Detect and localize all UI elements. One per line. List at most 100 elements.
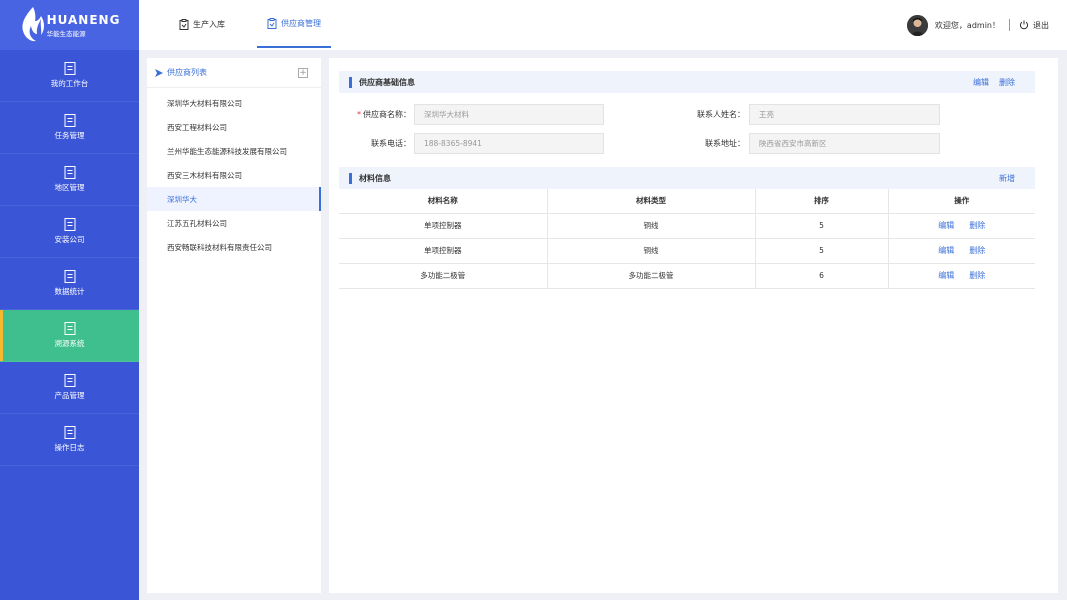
- section-marker: [349, 172, 352, 184]
- table-row: 单项控制器 铜线 5 编辑 删除: [339, 238, 1035, 264]
- nav-label: 操作日志: [54, 443, 85, 452]
- delete-row-button[interactable]: 删除: [969, 220, 985, 231]
- nav-item-traceability[interactable]: 溯源系统: [0, 310, 139, 362]
- order-cell: 5: [754, 213, 888, 239]
- top-header: 生产入库 供应商管理 欢迎您，admin！ 退出: [139, 0, 1067, 50]
- supplier-detail-panel: 供应商基础信息 编辑 删除 * 供应商名称： 深圳华大材料 联系人姓名： 王亮 联…: [329, 58, 1058, 593]
- nav-item-products[interactable]: 产品管理: [0, 362, 139, 414]
- user-area: 欢迎您，admin！ 退出: [906, 0, 1049, 50]
- clipboard-icon: [267, 17, 277, 29]
- actions-cell: 编辑 删除: [887, 263, 1035, 289]
- nav-label: 安装公司: [54, 235, 85, 244]
- delete-row-button[interactable]: 删除: [969, 245, 985, 256]
- nav-label: 我的工作台: [50, 79, 89, 88]
- column-header: 操作: [887, 189, 1035, 214]
- header-divider: [1009, 19, 1010, 31]
- nav-label: 溯源系统: [54, 339, 85, 348]
- supplier-list-item-selected[interactable]: 深圳华大: [147, 187, 321, 211]
- supplier-name-input[interactable]: 深圳华大材料: [414, 104, 604, 125]
- arrow-right-icon: [155, 68, 163, 77]
- table-row: 多功能二极管 多功能二极管 6 编辑 删除: [339, 263, 1035, 289]
- document-icon: [64, 270, 75, 283]
- material-type-cell: 铜线: [546, 238, 755, 264]
- material-name-cell: 单项控制器: [339, 238, 547, 264]
- contact-name-input[interactable]: 王亮: [749, 104, 940, 125]
- document-icon: [64, 426, 75, 439]
- form-row-2: 联系电话： 188-8365-8941 联系地址： 陕西省西安市高新区: [329, 133, 1058, 154]
- add-supplier-button[interactable]: +: [298, 68, 308, 78]
- phone-input[interactable]: 188-8365-8941: [414, 133, 604, 154]
- document-icon: [64, 218, 75, 231]
- nav-label: 数据统计: [54, 287, 85, 296]
- document-icon: [64, 62, 75, 75]
- table-header-row: 材料名称 材料类型 排序 操作: [339, 189, 1035, 214]
- supplier-list-item[interactable]: 兰州华能生态能源科技发展有限公司: [147, 139, 321, 163]
- flame-logo-icon: [22, 7, 44, 42]
- material-type-cell: 多功能二极管: [546, 263, 755, 289]
- document-icon: [64, 322, 75, 335]
- nav-item-installers[interactable]: 安装公司: [0, 206, 139, 258]
- basic-info-title: 供应商基础信息: [359, 77, 415, 87]
- phone-label: 联系电话：: [371, 139, 411, 148]
- power-icon: [1019, 20, 1029, 30]
- material-info-section-header: 材料信息 新增: [339, 167, 1035, 189]
- actions-cell: 编辑 删除: [887, 213, 1035, 239]
- nav-item-logs[interactable]: 操作日志: [0, 414, 139, 466]
- table-row: 单项控制器 铜线 5 编辑 删除: [339, 213, 1035, 239]
- nav-item-statistics[interactable]: 数据统计: [0, 258, 139, 310]
- supplier-list-item[interactable]: 西安三木材料有限公司: [147, 163, 321, 187]
- supplier-list-title: 供应商列表: [167, 68, 207, 77]
- delete-supplier-button[interactable]: 删除: [999, 77, 1015, 88]
- logout-label: 退出: [1033, 20, 1049, 30]
- supplier-list-item[interactable]: 深圳华大材料有限公司: [147, 91, 321, 115]
- contact-name-label: 联系人姓名：: [697, 110, 745, 119]
- clipboard-icon: [179, 18, 189, 30]
- user-avatar-icon: [906, 14, 928, 36]
- nav-label: 产品管理: [54, 391, 85, 400]
- material-type-cell: 铜线: [546, 213, 755, 239]
- supplier-list-panel: 供应商列表 + 深圳华大材料有限公司 西安工程材料公司 兰州华能生态能源科技发展…: [147, 58, 321, 593]
- supplier-name-label-text: 供应商名称：: [363, 110, 411, 119]
- tab-label: 生产入库: [193, 19, 225, 29]
- material-name-cell: 单项控制器: [339, 213, 547, 239]
- nav-item-tasks[interactable]: 任务管理: [0, 102, 139, 154]
- delete-row-button[interactable]: 删除: [969, 270, 985, 281]
- logout-button[interactable]: 退出: [1019, 20, 1049, 31]
- address-label: 联系地址：: [705, 139, 745, 148]
- nav-label: 任务管理: [54, 131, 85, 140]
- logo: HUANENG 华能生态能源: [0, 0, 139, 50]
- column-header: 材料类型: [546, 189, 755, 214]
- edit-supplier-button[interactable]: 编辑: [973, 77, 989, 88]
- supplier-list-item[interactable]: 西安工程材料公司: [147, 115, 321, 139]
- tab-production-inbound[interactable]: 生产入库: [179, 0, 225, 48]
- column-header: 材料名称: [339, 189, 547, 214]
- welcome-text: 欢迎您，admin！: [934, 20, 1000, 30]
- tab-label: 供应商管理: [281, 18, 321, 28]
- sidebar: HUANENG 华能生态能源 我的工作台 任务管理 地区管理 安装公司 数据统计…: [0, 0, 139, 600]
- edit-row-button[interactable]: 编辑: [938, 270, 954, 281]
- document-icon: [64, 166, 75, 179]
- edit-row-button[interactable]: 编辑: [938, 245, 954, 256]
- material-info-title: 材料信息: [359, 173, 391, 183]
- edit-row-button[interactable]: 编辑: [938, 220, 954, 231]
- nav-item-regions[interactable]: 地区管理: [0, 154, 139, 206]
- column-header: 排序: [754, 189, 888, 214]
- document-icon: [64, 114, 75, 127]
- add-material-button[interactable]: 新增: [999, 173, 1015, 184]
- address-input[interactable]: 陕西省西安市高新区: [749, 133, 940, 154]
- tab-supplier-management[interactable]: 供应商管理: [257, 0, 331, 48]
- supplier-name-label: * 供应商名称：: [349, 104, 411, 125]
- order-cell: 5: [754, 238, 888, 264]
- actions-cell: 编辑 删除: [887, 238, 1035, 264]
- material-table: 材料名称 材料类型 排序 操作 单项控制器 铜线 5 编辑 删除 单项控制器 铜…: [339, 189, 1035, 289]
- brand-name-cn: 华能生态能源: [46, 29, 86, 38]
- supplier-list-header: 供应商列表 +: [147, 58, 321, 88]
- nav-item-workbench[interactable]: 我的工作台: [0, 50, 139, 102]
- basic-info-section-header: 供应商基础信息 编辑 删除: [339, 71, 1035, 93]
- avatar[interactable]: [906, 14, 928, 36]
- supplier-list-item[interactable]: 江苏五孔材料公司: [147, 211, 321, 235]
- document-icon: [64, 374, 75, 387]
- brand-name-en: HUANENG: [46, 12, 121, 27]
- supplier-list-item[interactable]: 西安畅联科技材料有限责任公司: [147, 235, 321, 259]
- order-cell: 6: [754, 263, 888, 289]
